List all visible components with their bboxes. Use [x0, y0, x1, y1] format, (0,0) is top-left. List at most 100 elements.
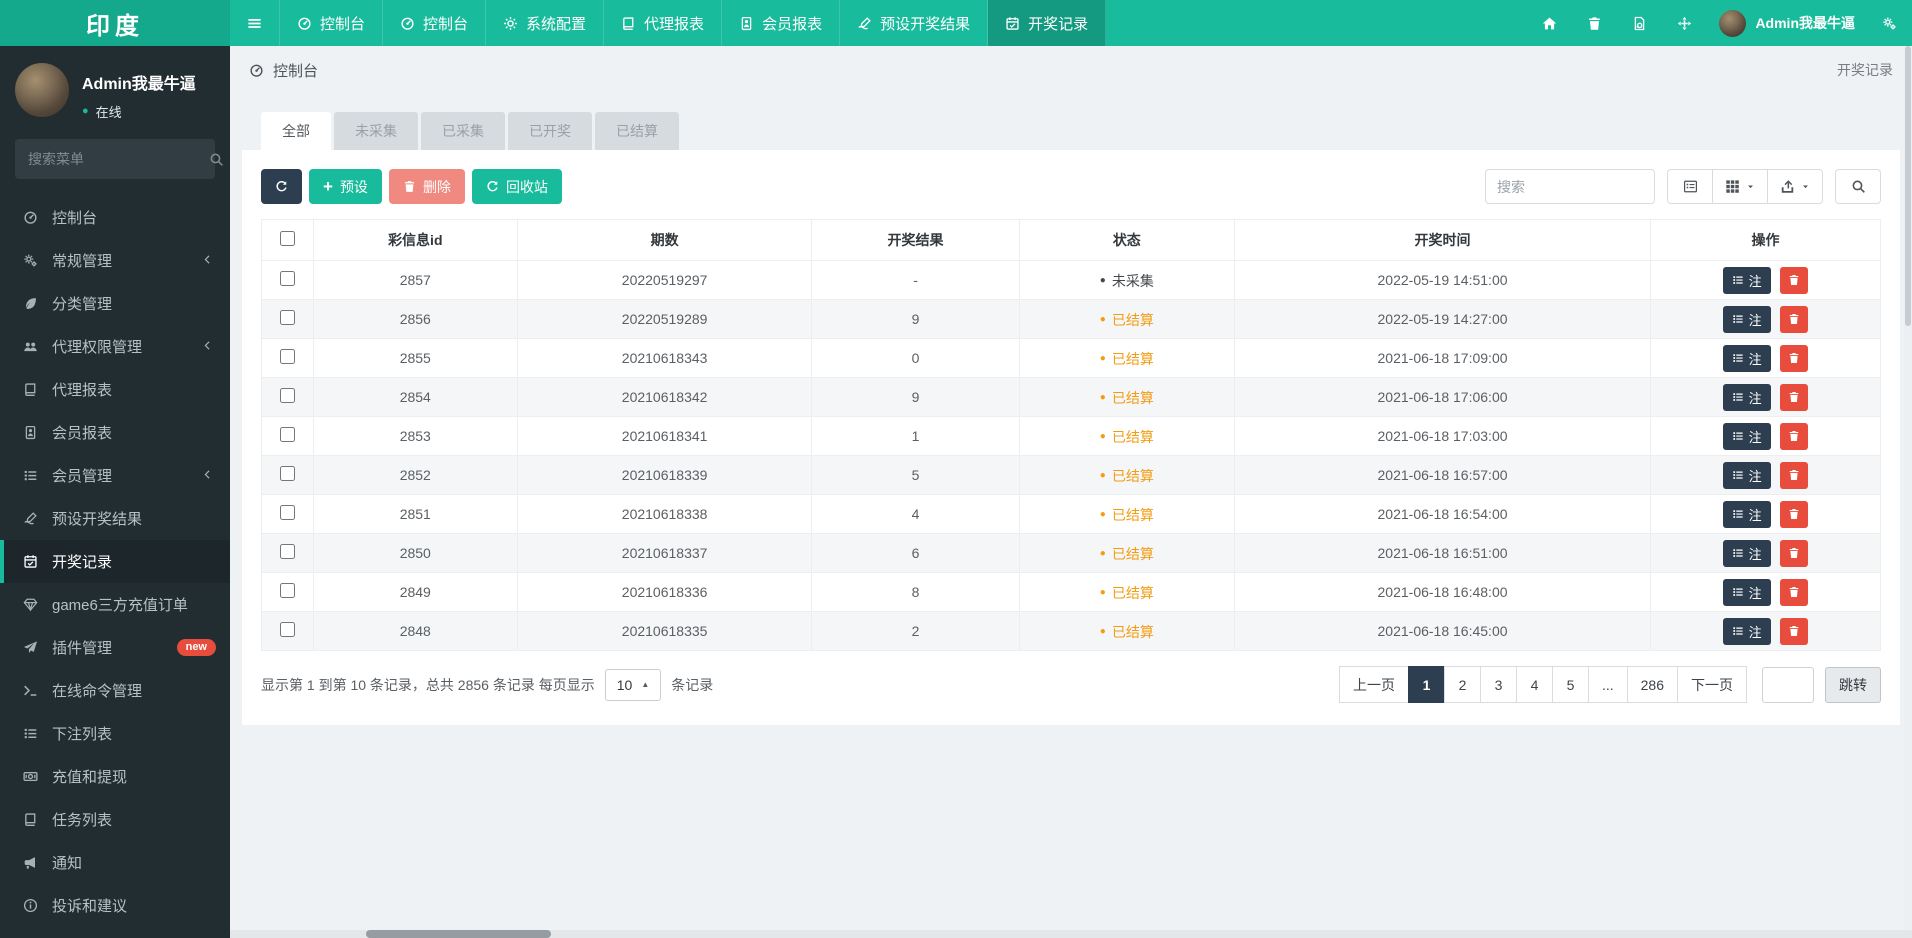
row-checkbox[interactable]: [279, 544, 295, 559]
page-button[interactable]: 5: [1551, 666, 1589, 703]
top-bar-icon-button[interactable]: [1527, 0, 1572, 46]
note-button[interactable]: 注: [1722, 305, 1771, 333]
page-size-select[interactable]: 10 ▲: [604, 668, 662, 701]
note-button[interactable]: 注: [1722, 383, 1771, 411]
sidebar-item[interactable]: 代理报表: [0, 368, 230, 411]
top-nav-item[interactable]: 控制台: [383, 0, 487, 46]
jump-page-input[interactable]: [1762, 666, 1814, 703]
toggle-pagination-button[interactable]: [1667, 169, 1713, 204]
sidebar-item[interactable]: 分类管理: [0, 282, 230, 325]
page-button[interactable]: 2: [1443, 666, 1481, 703]
sidebar-item[interactable]: 代理权限管理: [0, 325, 230, 368]
delete-button[interactable]: 删除: [388, 169, 465, 204]
sidebar-item[interactable]: 插件管理 new: [0, 626, 230, 669]
top-nav-item[interactable]: 开奖记录: [988, 0, 1107, 46]
note-button[interactable]: 注: [1722, 617, 1771, 645]
cell-issue: 20210618338: [516, 494, 813, 534]
sidebar-item[interactable]: 通知: [0, 841, 230, 884]
delete-row-button[interactable]: [1780, 461, 1809, 489]
delete-row-button[interactable]: [1780, 500, 1809, 528]
delete-row-button[interactable]: [1780, 344, 1809, 372]
sidebar-item[interactable]: 开奖记录: [0, 540, 230, 583]
note-button[interactable]: 注: [1722, 461, 1771, 489]
sidebar-item[interactable]: 会员管理: [0, 454, 230, 497]
note-button[interactable]: 注: [1722, 266, 1771, 294]
select-all-checkbox[interactable]: [279, 231, 295, 246]
top-bar-icon-button[interactable]: [1572, 0, 1617, 46]
sidebar-item[interactable]: 控制台: [0, 196, 230, 239]
delete-row-button[interactable]: [1780, 266, 1809, 294]
row-checkbox[interactable]: [279, 271, 295, 286]
vertical-scrollbar[interactable]: [1904, 46, 1912, 930]
top-nav-item[interactable]: 预设开奖结果: [840, 0, 989, 46]
tab[interactable]: 未采集: [334, 112, 418, 150]
page-button[interactable]: 3: [1479, 666, 1517, 703]
sidebar-item-label: 通知: [52, 855, 83, 872]
page-button[interactable]: 下一页: [1677, 666, 1747, 703]
page-button[interactable]: 1: [1407, 666, 1445, 703]
top-bar-icon-button[interactable]: [1662, 0, 1707, 46]
search-button[interactable]: [1835, 169, 1881, 204]
delete-row-button[interactable]: [1780, 617, 1809, 645]
top-nav-item[interactable]: 代理报表: [604, 0, 723, 46]
page-button[interactable]: 4: [1515, 666, 1553, 703]
refresh-button[interactable]: [261, 169, 302, 204]
row-checkbox[interactable]: [279, 427, 295, 442]
tab[interactable]: 已采集: [421, 112, 505, 150]
settings-button[interactable]: [1867, 0, 1912, 46]
sidebar-item[interactable]: 下注列表: [0, 712, 230, 755]
page-button[interactable]: ...: [1587, 666, 1628, 703]
note-button[interactable]: 注: [1722, 578, 1771, 606]
note-button[interactable]: 注: [1722, 539, 1771, 567]
sidebar-item[interactable]: 预设开奖结果: [0, 497, 230, 540]
delete-row-button[interactable]: [1780, 539, 1809, 567]
top-bar-icon-button[interactable]: [1617, 0, 1662, 46]
row-checkbox[interactable]: [279, 466, 295, 481]
sidebar-item[interactable]: 会员报表: [0, 411, 230, 454]
row-checkbox[interactable]: [279, 388, 295, 403]
tab[interactable]: 已开奖: [508, 112, 592, 150]
preset-button[interactable]: + 预设: [309, 169, 382, 204]
sidebar-item[interactable]: 在线命令管理: [0, 669, 230, 712]
jump-button[interactable]: 跳转: [1825, 666, 1881, 703]
vertical-scrollbar-thumb[interactable]: [1905, 46, 1911, 326]
sidebar-toggle-button[interactable]: [230, 0, 280, 46]
sidebar-item[interactable]: 充值和提现: [0, 755, 230, 798]
tab[interactable]: 已结算: [595, 112, 679, 150]
row-checkbox[interactable]: [279, 583, 295, 598]
sidebar-item[interactable]: game6三方充值订单: [0, 583, 230, 626]
table-search-input[interactable]: [1485, 169, 1655, 204]
breadcrumb[interactable]: 控制台: [249, 60, 318, 81]
search-icon[interactable]: [209, 152, 224, 167]
row-checkbox[interactable]: [279, 310, 295, 325]
page-button[interactable]: 286: [1626, 666, 1678, 703]
avatar: [15, 63, 69, 117]
row-checkbox[interactable]: [279, 505, 295, 520]
row-checkbox[interactable]: [279, 622, 295, 637]
note-button[interactable]: 注: [1722, 500, 1771, 528]
note-button[interactable]: 注: [1722, 344, 1771, 372]
sidebar-item[interactable]: 投诉和建议: [0, 884, 230, 927]
note-button[interactable]: 注: [1722, 422, 1771, 450]
horizontal-scrollbar-thumb[interactable]: [366, 930, 551, 938]
export-button[interactable]: [1768, 169, 1823, 204]
row-checkbox[interactable]: [279, 349, 295, 364]
user-menu[interactable]: Admin我最牛逼: [1707, 9, 1867, 37]
recycle-bin-button[interactable]: 回收站: [471, 169, 562, 204]
top-nav-item[interactable]: 会员报表: [722, 0, 841, 46]
top-nav-item[interactable]: 控制台: [280, 0, 384, 46]
delete-row-button[interactable]: [1780, 305, 1809, 333]
delete-row-button[interactable]: [1780, 422, 1809, 450]
sidebar-item[interactable]: 任务列表: [0, 798, 230, 841]
grid-icon: [1725, 179, 1740, 194]
columns-button[interactable]: [1713, 169, 1768, 204]
top-nav-item[interactable]: 系统配置: [486, 0, 605, 46]
sidebar-item[interactable]: 常规管理: [0, 239, 230, 282]
tab[interactable]: 全部: [261, 112, 331, 150]
page-button[interactable]: 上一页: [1338, 666, 1409, 703]
cell-issue: 20220519289: [516, 299, 813, 339]
sidebar-search-input[interactable]: [28, 151, 209, 167]
delete-row-button[interactable]: [1780, 383, 1809, 411]
delete-row-button[interactable]: [1780, 578, 1809, 606]
horizontal-scrollbar[interactable]: [230, 930, 1912, 938]
